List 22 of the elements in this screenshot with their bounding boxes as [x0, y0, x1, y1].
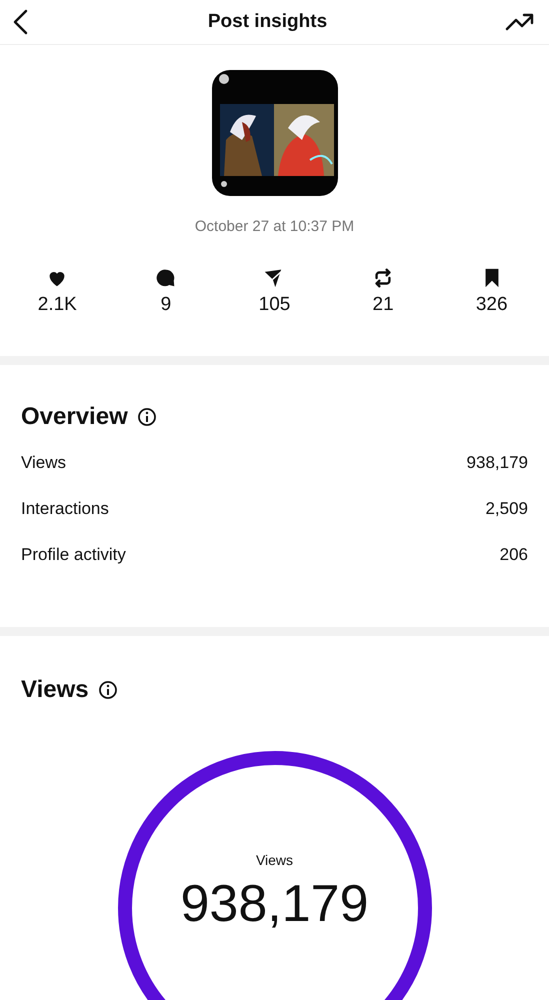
info-icon[interactable] [136, 407, 157, 427]
metric-label: Profile activity [21, 545, 126, 565]
page-title: Post insights [208, 11, 328, 33]
metric-value: 206 [500, 545, 528, 565]
stat-count: 9 [160, 294, 172, 316]
stat-count: 21 [372, 294, 394, 316]
section-title: Overview [21, 403, 128, 431]
back-icon[interactable] [12, 9, 30, 35]
ring-value: 938,179 [180, 874, 368, 934]
stat-count: 2.1K [38, 294, 77, 316]
section-title: Views [21, 676, 89, 704]
ring-label: Views [256, 852, 294, 868]
metric-value: 2,509 [485, 499, 528, 519]
metric-value: 938,179 [466, 453, 528, 473]
trend-up-icon[interactable] [504, 12, 535, 32]
stat-count: 105 [258, 294, 290, 316]
comment-icon[interactable] [154, 267, 177, 289]
metric-label: Interactions [21, 499, 109, 519]
post-date: October 27 at 10:37 PM [194, 218, 354, 235]
stat-count: 326 [476, 294, 508, 316]
info-icon[interactable] [98, 680, 118, 700]
metric-label: Views [21, 453, 66, 473]
